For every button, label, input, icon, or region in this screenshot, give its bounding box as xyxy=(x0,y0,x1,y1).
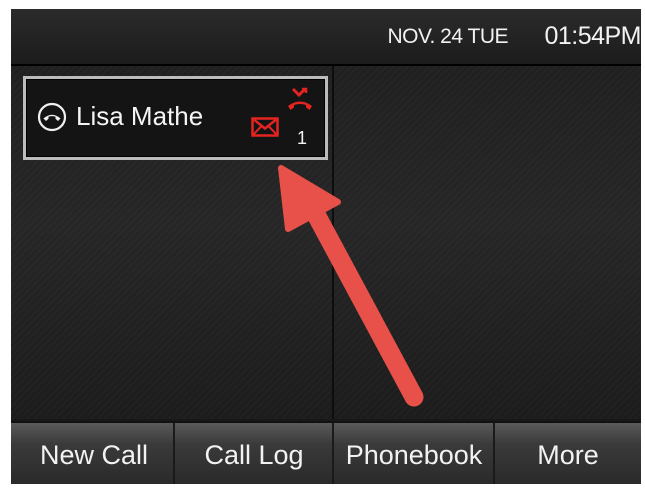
status-date: NOV. 24 TUE xyxy=(387,25,508,48)
line-name: Lisa Mathe xyxy=(76,101,204,131)
missed-call-count: 1 xyxy=(297,128,308,148)
phone-handset-circle-icon xyxy=(37,102,67,132)
call-log-button[interactable]: Call Log xyxy=(175,426,333,485)
new-call-button[interactable]: New Call xyxy=(14,426,174,485)
more-button[interactable]: More xyxy=(495,426,641,485)
envelope-icon xyxy=(251,117,279,137)
status-time: 01:54PM xyxy=(544,22,641,50)
phonebook-button[interactable]: Phonebook xyxy=(334,426,494,485)
missed-call-icon xyxy=(288,87,312,110)
column-divider xyxy=(332,66,334,419)
